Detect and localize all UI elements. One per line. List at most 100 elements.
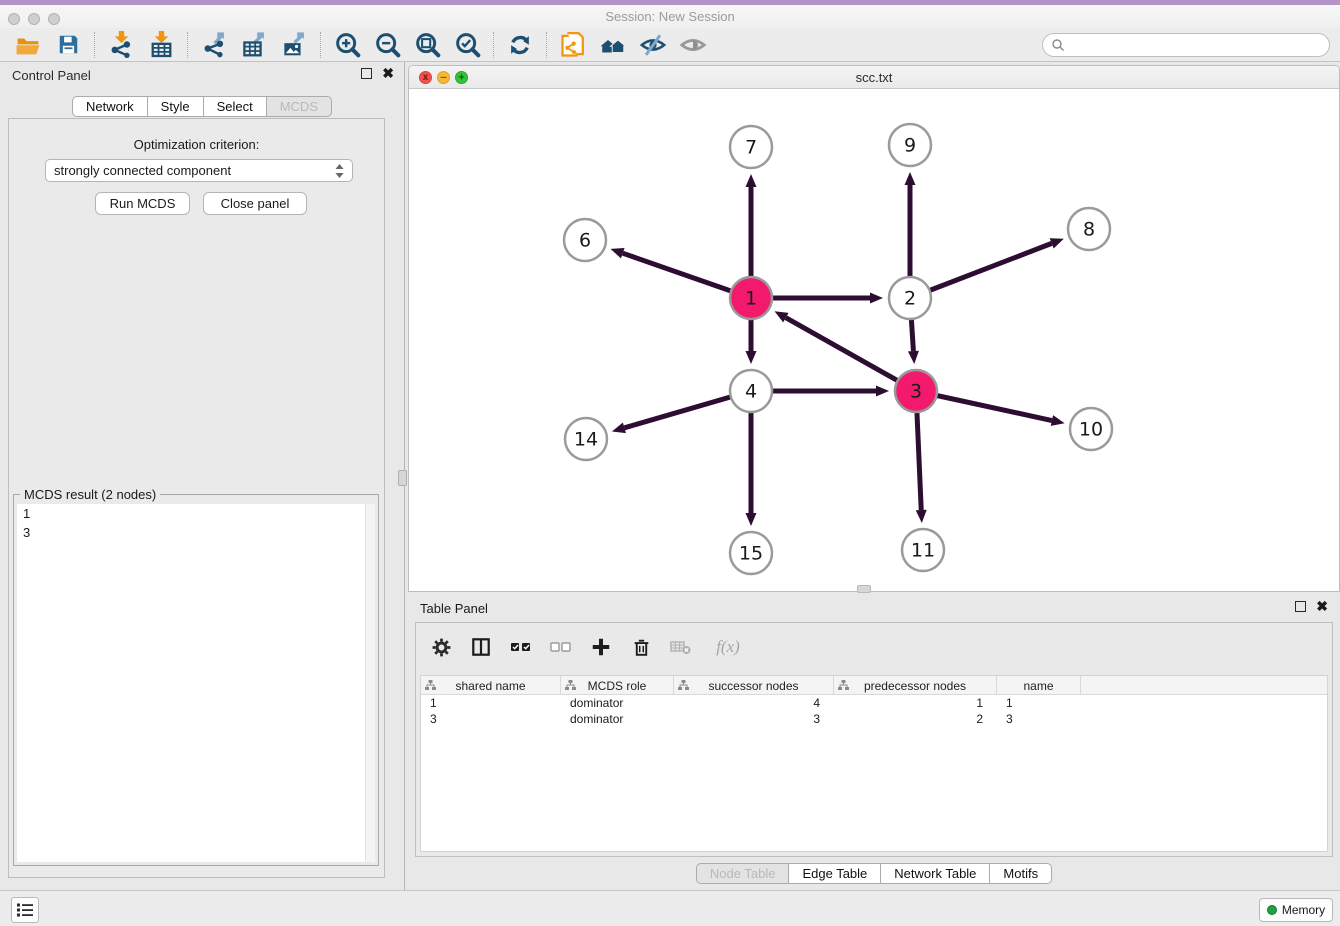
tab-motifs[interactable]: Motifs: [989, 863, 1052, 884]
edge-2-8[interactable]: [910, 238, 1064, 298]
horizontal-splitter-handle[interactable]: [857, 585, 871, 593]
task-history-button[interactable]: [11, 897, 39, 923]
table-row[interactable]: 3dominator323: [421, 711, 1327, 727]
edge-1-6[interactable]: [610, 248, 751, 298]
table-cell[interactable]: 2: [834, 711, 997, 727]
node-label: 8: [1083, 219, 1095, 241]
close-panel-button[interactable]: Close panel: [203, 192, 307, 215]
node-table[interactable]: shared name MCDS rolesuccessor nodesprede…: [420, 675, 1328, 852]
close-panel-icon[interactable]: ✖: [1316, 601, 1328, 612]
close-panel-icon[interactable]: ✖: [382, 68, 394, 79]
column-type-icon: [678, 680, 689, 691]
table-settings-button[interactable]: [428, 634, 454, 660]
zoom-in-button[interactable]: [327, 30, 367, 60]
mcds-result-textarea[interactable]: 13: [17, 504, 375, 862]
save-session-button[interactable]: [48, 30, 88, 60]
node-14[interactable]: 14: [565, 418, 607, 460]
delete-column-button[interactable]: [628, 634, 654, 660]
edge-3-10[interactable]: [916, 391, 1065, 426]
node-7[interactable]: 7: [730, 126, 772, 168]
search-input[interactable]: [1065, 35, 1329, 55]
edge-3-1[interactable]: [775, 311, 916, 391]
node-8[interactable]: 8: [1068, 208, 1110, 250]
tab-mcds[interactable]: MCDS: [266, 96, 332, 117]
export-image-button[interactable]: [274, 30, 314, 60]
export-table-button[interactable]: [234, 30, 274, 60]
column-header-predecessor-nodes[interactable]: predecessor nodes: [834, 676, 997, 695]
run-mcds-button[interactable]: Run MCDS: [95, 192, 190, 215]
table-cell[interactable]: 1: [834, 695, 997, 711]
control-panel-header: Control Panel ✖: [0, 62, 404, 90]
table-cell[interactable]: dominator: [561, 695, 674, 711]
table-row[interactable]: 1dominator411: [421, 695, 1327, 711]
node-15[interactable]: 15: [730, 532, 772, 574]
node-1[interactable]: 1: [730, 277, 772, 319]
function-builder-button[interactable]: f(x): [708, 634, 748, 660]
delete-table-icon: [669, 635, 693, 659]
node-4[interactable]: 4: [730, 370, 772, 412]
node-10[interactable]: 10: [1070, 408, 1112, 450]
show-details-button[interactable]: [673, 30, 713, 60]
float-panel-icon[interactable]: [361, 68, 372, 79]
hide-details-button[interactable]: [633, 30, 673, 60]
node-9[interactable]: 9: [889, 124, 931, 166]
open-session-button[interactable]: [8, 30, 48, 60]
criterion-dropdown[interactable]: strongly connected component: [45, 159, 353, 182]
table-cell[interactable]: 4: [674, 695, 834, 711]
tab-edge-table[interactable]: Edge Table: [788, 863, 881, 884]
result-scrollbar[interactable]: [365, 504, 375, 862]
deselect-all-columns-button[interactable]: [548, 634, 574, 660]
vertical-splitter-handle[interactable]: [398, 470, 407, 486]
select-all-columns-button[interactable]: [508, 634, 534, 660]
table-cell[interactable]: 1: [997, 695, 1081, 711]
network-canvas[interactable]: 7 9 6 8 1 2 4 3 14 10 15 11: [409, 89, 1339, 591]
memory-button[interactable]: Memory: [1259, 898, 1333, 922]
zoom-fit-icon: [414, 31, 441, 58]
float-panel-icon[interactable]: [1295, 601, 1306, 612]
toolbar-separator: [320, 32, 321, 58]
toolbar-separator: [94, 32, 95, 58]
column-selector-button[interactable]: [468, 634, 494, 660]
zoom-fit-button[interactable]: [407, 30, 447, 60]
node-label: 6: [579, 230, 591, 252]
tab-select[interactable]: Select: [203, 96, 267, 117]
import-network-button[interactable]: [101, 30, 141, 60]
node-3[interactable]: 3: [895, 370, 937, 412]
table-cell[interactable]: 3: [421, 711, 561, 727]
add-column-button[interactable]: [588, 634, 614, 660]
apply-layout-button[interactable]: [500, 30, 540, 60]
window-titlebar[interactable]: Session: New Session: [0, 5, 1340, 28]
node-6[interactable]: 6: [564, 219, 606, 261]
tab-network-table[interactable]: Network Table: [880, 863, 990, 884]
houses-icon: [598, 30, 628, 60]
table-cell[interactable]: dominator: [561, 711, 674, 727]
table-cell[interactable]: 3: [674, 711, 834, 727]
refresh-icon: [507, 32, 533, 58]
zoom-out-button[interactable]: [367, 30, 407, 60]
table-cell[interactable]: 1: [421, 695, 561, 711]
memory-label: Memory: [1282, 903, 1325, 917]
tab-style[interactable]: Style: [147, 96, 204, 117]
node-11[interactable]: 11: [902, 529, 944, 571]
network-frame-titlebar[interactable]: x – + scc.txt: [409, 66, 1339, 89]
delete-table-button[interactable]: [668, 634, 694, 660]
tab-node-table[interactable]: Node Table: [696, 863, 790, 884]
network-file-button[interactable]: [553, 30, 593, 60]
zoom-selected-button[interactable]: [447, 30, 487, 60]
import-table-button[interactable]: [141, 30, 181, 60]
column-header-MCDS-role[interactable]: MCDS role: [561, 676, 674, 695]
node-label: 10: [1079, 419, 1103, 441]
toolbar-search[interactable]: [1042, 33, 1330, 57]
node-2[interactable]: 2: [889, 277, 931, 319]
node-label: 11: [911, 540, 935, 562]
column-label: shared name: [455, 679, 525, 693]
export-network-button[interactable]: [194, 30, 234, 60]
column-header-successor-nodes[interactable]: successor nodes: [674, 676, 834, 695]
column-header-shared-name[interactable]: shared name: [421, 676, 561, 695]
first-neighbors-button[interactable]: [593, 30, 633, 60]
column-header-name[interactable]: name: [997, 676, 1081, 695]
node-table-container: f(x) shared name MCDS rolesuccessor nodes…: [415, 622, 1333, 857]
tab-network[interactable]: Network: [72, 96, 148, 117]
export-image-icon: [281, 31, 308, 58]
table-cell[interactable]: 3: [997, 711, 1081, 727]
